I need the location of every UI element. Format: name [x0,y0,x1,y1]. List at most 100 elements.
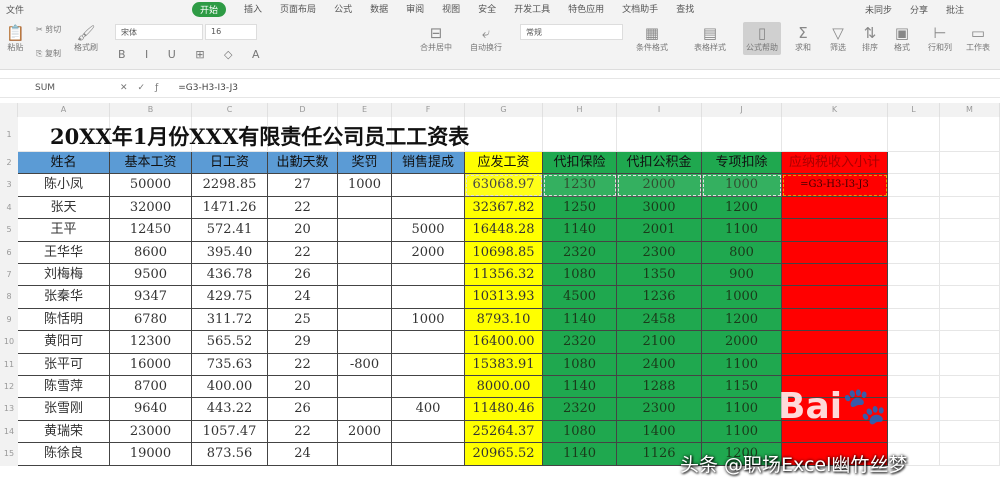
row-header[interactable]: 7 [0,264,18,287]
tab-1[interactable]: 插入 [244,2,262,17]
worksheet-button[interactable]: ▭ 工作表 [966,24,990,53]
cell[interactable] [782,308,888,332]
cell[interactable] [782,241,888,264]
cell[interactable] [392,443,465,466]
header-cell[interactable]: 奖罚 [338,152,392,175]
cell[interactable] [338,308,392,332]
cell[interactable]: 5000 [392,219,465,242]
cell[interactable] [782,331,888,354]
formula-input[interactable]: =G3-H3-I3-J3 [178,83,238,93]
cell[interactable] [940,219,1000,242]
cell[interactable]: 436.78 [192,264,268,287]
cell[interactable] [392,353,465,376]
cell[interactable]: 1288 [617,376,702,399]
format-painter-button[interactable]: 🖌 格式刷 [74,24,98,53]
cell[interactable]: 1100 [702,219,782,242]
cell[interactable]: 1230 [543,174,617,197]
cell[interactable] [888,196,940,220]
cell[interactable]: 张雪刚 [18,398,110,421]
row-header[interactable]: 6 [0,241,18,264]
cell[interactable] [782,219,888,242]
header-cell[interactable]: 专项扣除 [702,152,782,175]
cell[interactable]: 443.22 [192,398,268,421]
cell[interactable] [702,117,782,152]
cell[interactable] [782,353,888,376]
cell[interactable]: 张秦华 [18,286,110,309]
column-header-A[interactable]: A [18,103,110,117]
tab-6[interactable]: 视图 [442,2,460,17]
cell[interactable]: 1471.26 [192,196,268,220]
cell[interactable]: 2320 [543,241,617,264]
cell[interactable] [392,196,465,220]
cell[interactable]: 陈雪萍 [18,376,110,399]
cell[interactable] [543,117,617,152]
cell[interactable]: 2300 [617,241,702,264]
column-header-I[interactable]: I [617,103,702,117]
cell[interactable]: 32000 [110,196,192,220]
header-cell[interactable]: 应发工资 [465,152,543,175]
cell[interactable] [940,196,1000,220]
cut-button[interactable]: ✂ 剪切 [36,24,61,35]
cell[interactable] [888,308,940,332]
cell[interactable] [338,331,392,354]
column-header-C[interactable]: C [192,103,268,117]
cell[interactable] [888,353,940,376]
cell[interactable]: 张平可 [18,353,110,376]
cell[interactable]: 15383.91 [465,353,543,376]
cell[interactable]: 873.56 [192,443,268,466]
copy-button[interactable]: ⎘ 复制 [36,48,61,59]
column-header-B[interactable]: B [110,103,192,117]
column-header-K[interactable]: K [782,103,888,117]
cell[interactable] [888,398,940,421]
rows-cols-button[interactable]: ⊢ 行和列 [928,24,952,53]
cell[interactable]: 1100 [702,353,782,376]
cell[interactable]: 50000 [110,174,192,197]
cell[interactable]: 25264.37 [465,420,543,444]
tab-0[interactable]: 开始 [192,1,227,17]
cell[interactable] [888,241,940,264]
cell[interactable] [338,196,392,220]
column-header-F[interactable]: F [392,103,465,117]
cell[interactable]: 10313.93 [465,286,543,309]
column-header-J[interactable]: J [702,103,782,117]
cell[interactable]: 黄瑞荣 [18,420,110,444]
cell[interactable]: 25 [268,308,338,332]
cell[interactable]: 22 [268,241,338,264]
cell[interactable] [940,241,1000,264]
cell[interactable]: =G3-H3-I3-J3 [782,174,888,197]
cell[interactable]: 11356.32 [465,264,543,287]
cell[interactable] [888,376,940,399]
cell[interactable]: 11480.46 [465,398,543,421]
cell[interactable]: 6780 [110,308,192,332]
cell[interactable]: 2000 [392,241,465,264]
menu-right-2[interactable]: 批注 [946,3,964,16]
cell[interactable]: 26 [268,398,338,421]
cell[interactable]: 1080 [543,264,617,287]
cell[interactable]: 20965.52 [465,443,543,466]
cell[interactable]: 20 [268,376,338,399]
cell[interactable] [782,286,888,309]
cell[interactable]: 16448.28 [465,219,543,242]
cell[interactable]: 23000 [110,420,192,444]
cell[interactable] [338,398,392,421]
cell[interactable] [888,152,940,175]
cell[interactable] [617,117,702,152]
header-cell[interactable]: 销售提成 [392,152,465,175]
tab-9[interactable]: 特色应用 [568,2,604,17]
cell[interactable]: 395.40 [192,241,268,264]
cell[interactable]: 1400 [617,420,702,444]
header-cell[interactable]: 应纳税收入小计 [782,152,888,175]
cell[interactable] [392,286,465,309]
cell[interactable]: 黄阳可 [18,331,110,354]
cell[interactable] [465,117,543,152]
font-size-select[interactable]: 16 [205,24,257,40]
header-cell[interactable]: 代扣保险 [543,152,617,175]
cell[interactable] [888,174,940,197]
cell[interactable] [338,443,392,466]
cell[interactable]: 400.00 [192,376,268,399]
column-header-D[interactable]: D [268,103,338,117]
cell[interactable]: 3000 [617,196,702,220]
cell[interactable]: 29 [268,331,338,354]
cell[interactable]: 1140 [543,376,617,399]
column-header-E[interactable]: E [338,103,392,117]
